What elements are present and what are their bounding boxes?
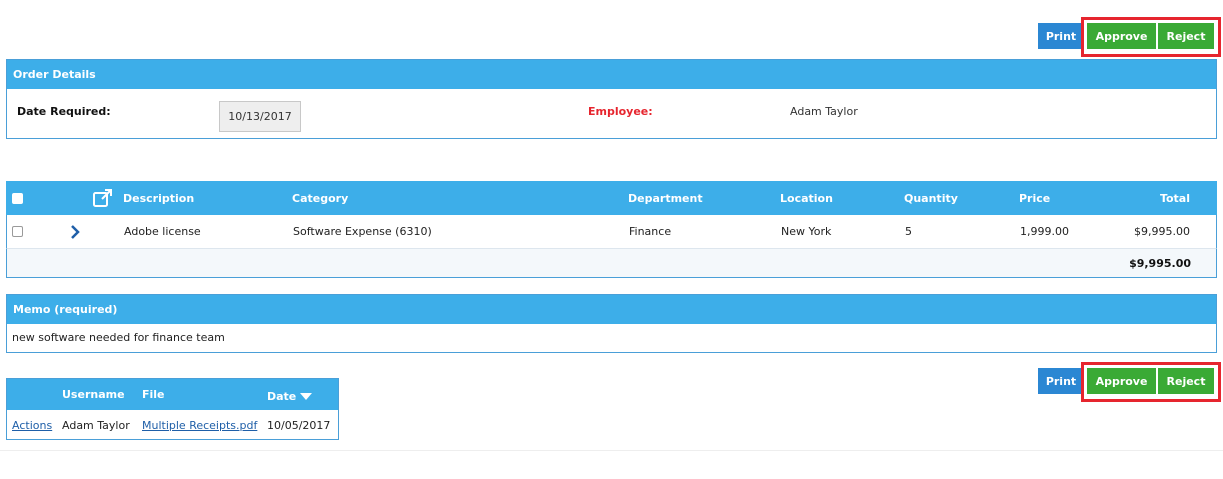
item-total: $9,995.00 bbox=[1134, 225, 1190, 238]
attachments-header: Username File Date bbox=[7, 379, 338, 410]
item-category: Software Expense (6310) bbox=[293, 225, 432, 238]
employee-label: Employee: bbox=[588, 105, 653, 118]
item-department: Finance bbox=[629, 225, 672, 238]
table-row: Adobe license Software Expense (6310) Fi… bbox=[6, 215, 1217, 249]
attachment-date: 10/05/2017 bbox=[267, 418, 331, 432]
column-total[interactable]: Total bbox=[1160, 181, 1190, 215]
row-checkbox[interactable] bbox=[12, 215, 23, 248]
grand-total: $9,995.00 bbox=[1129, 257, 1191, 270]
item-location: New York bbox=[781, 225, 832, 238]
items-table-footer: $9,995.00 bbox=[6, 249, 1217, 278]
sort-desc-icon bbox=[300, 392, 313, 400]
column-file[interactable]: File bbox=[142, 379, 165, 410]
item-quantity: 5 bbox=[905, 225, 912, 238]
date-required-label: Date Required: bbox=[17, 105, 111, 118]
memo-panel: Memo (required) new software needed for … bbox=[6, 294, 1217, 353]
date-required-field[interactable]: 10/13/2017 bbox=[219, 101, 301, 132]
column-date[interactable]: Date bbox=[267, 381, 313, 412]
print-button-bottom[interactable]: Print bbox=[1038, 368, 1084, 394]
table-row: Actions Adam Taylor Multiple Receipts.pd… bbox=[7, 410, 338, 440]
attachments-table: Username File Date Actions Adam Taylor M… bbox=[6, 378, 339, 440]
column-quantity[interactable]: Quantity bbox=[904, 181, 958, 215]
memo-title: Memo (required) bbox=[7, 295, 1216, 324]
column-price[interactable]: Price bbox=[1019, 181, 1050, 215]
column-date-label: Date bbox=[267, 390, 297, 403]
memo-text[interactable]: new software needed for finance team bbox=[7, 324, 1216, 351]
order-details-title: Order Details bbox=[7, 60, 1216, 89]
order-details-panel: Order Details bbox=[6, 59, 1217, 139]
footer-divider bbox=[0, 450, 1223, 451]
items-table-header: Description Category Department Location… bbox=[6, 181, 1217, 215]
attachment-file-link[interactable]: Multiple Receipts.pdf bbox=[142, 419, 257, 432]
item-description: Adobe license bbox=[124, 225, 201, 238]
approve-button-bottom[interactable]: Approve bbox=[1087, 368, 1156, 394]
reject-button-top[interactable]: Reject bbox=[1157, 23, 1214, 49]
column-username[interactable]: Username bbox=[62, 379, 125, 410]
open-external-icon[interactable] bbox=[92, 181, 114, 215]
column-department[interactable]: Department bbox=[628, 181, 703, 215]
item-price: 1,999.00 bbox=[1020, 225, 1069, 238]
select-all-checkbox[interactable] bbox=[12, 181, 23, 215]
reject-button-bottom[interactable]: Reject bbox=[1157, 368, 1214, 394]
chevron-right-icon[interactable] bbox=[69, 215, 81, 248]
column-category[interactable]: Category bbox=[292, 181, 348, 215]
column-description[interactable]: Description bbox=[123, 181, 194, 215]
column-location[interactable]: Location bbox=[780, 181, 833, 215]
print-button-top[interactable]: Print bbox=[1038, 23, 1084, 49]
actions-link[interactable]: Actions bbox=[12, 419, 52, 432]
employee-value: Adam Taylor bbox=[790, 105, 858, 118]
attachment-username: Adam Taylor bbox=[62, 418, 130, 432]
approve-button-top[interactable]: Approve bbox=[1087, 23, 1156, 49]
